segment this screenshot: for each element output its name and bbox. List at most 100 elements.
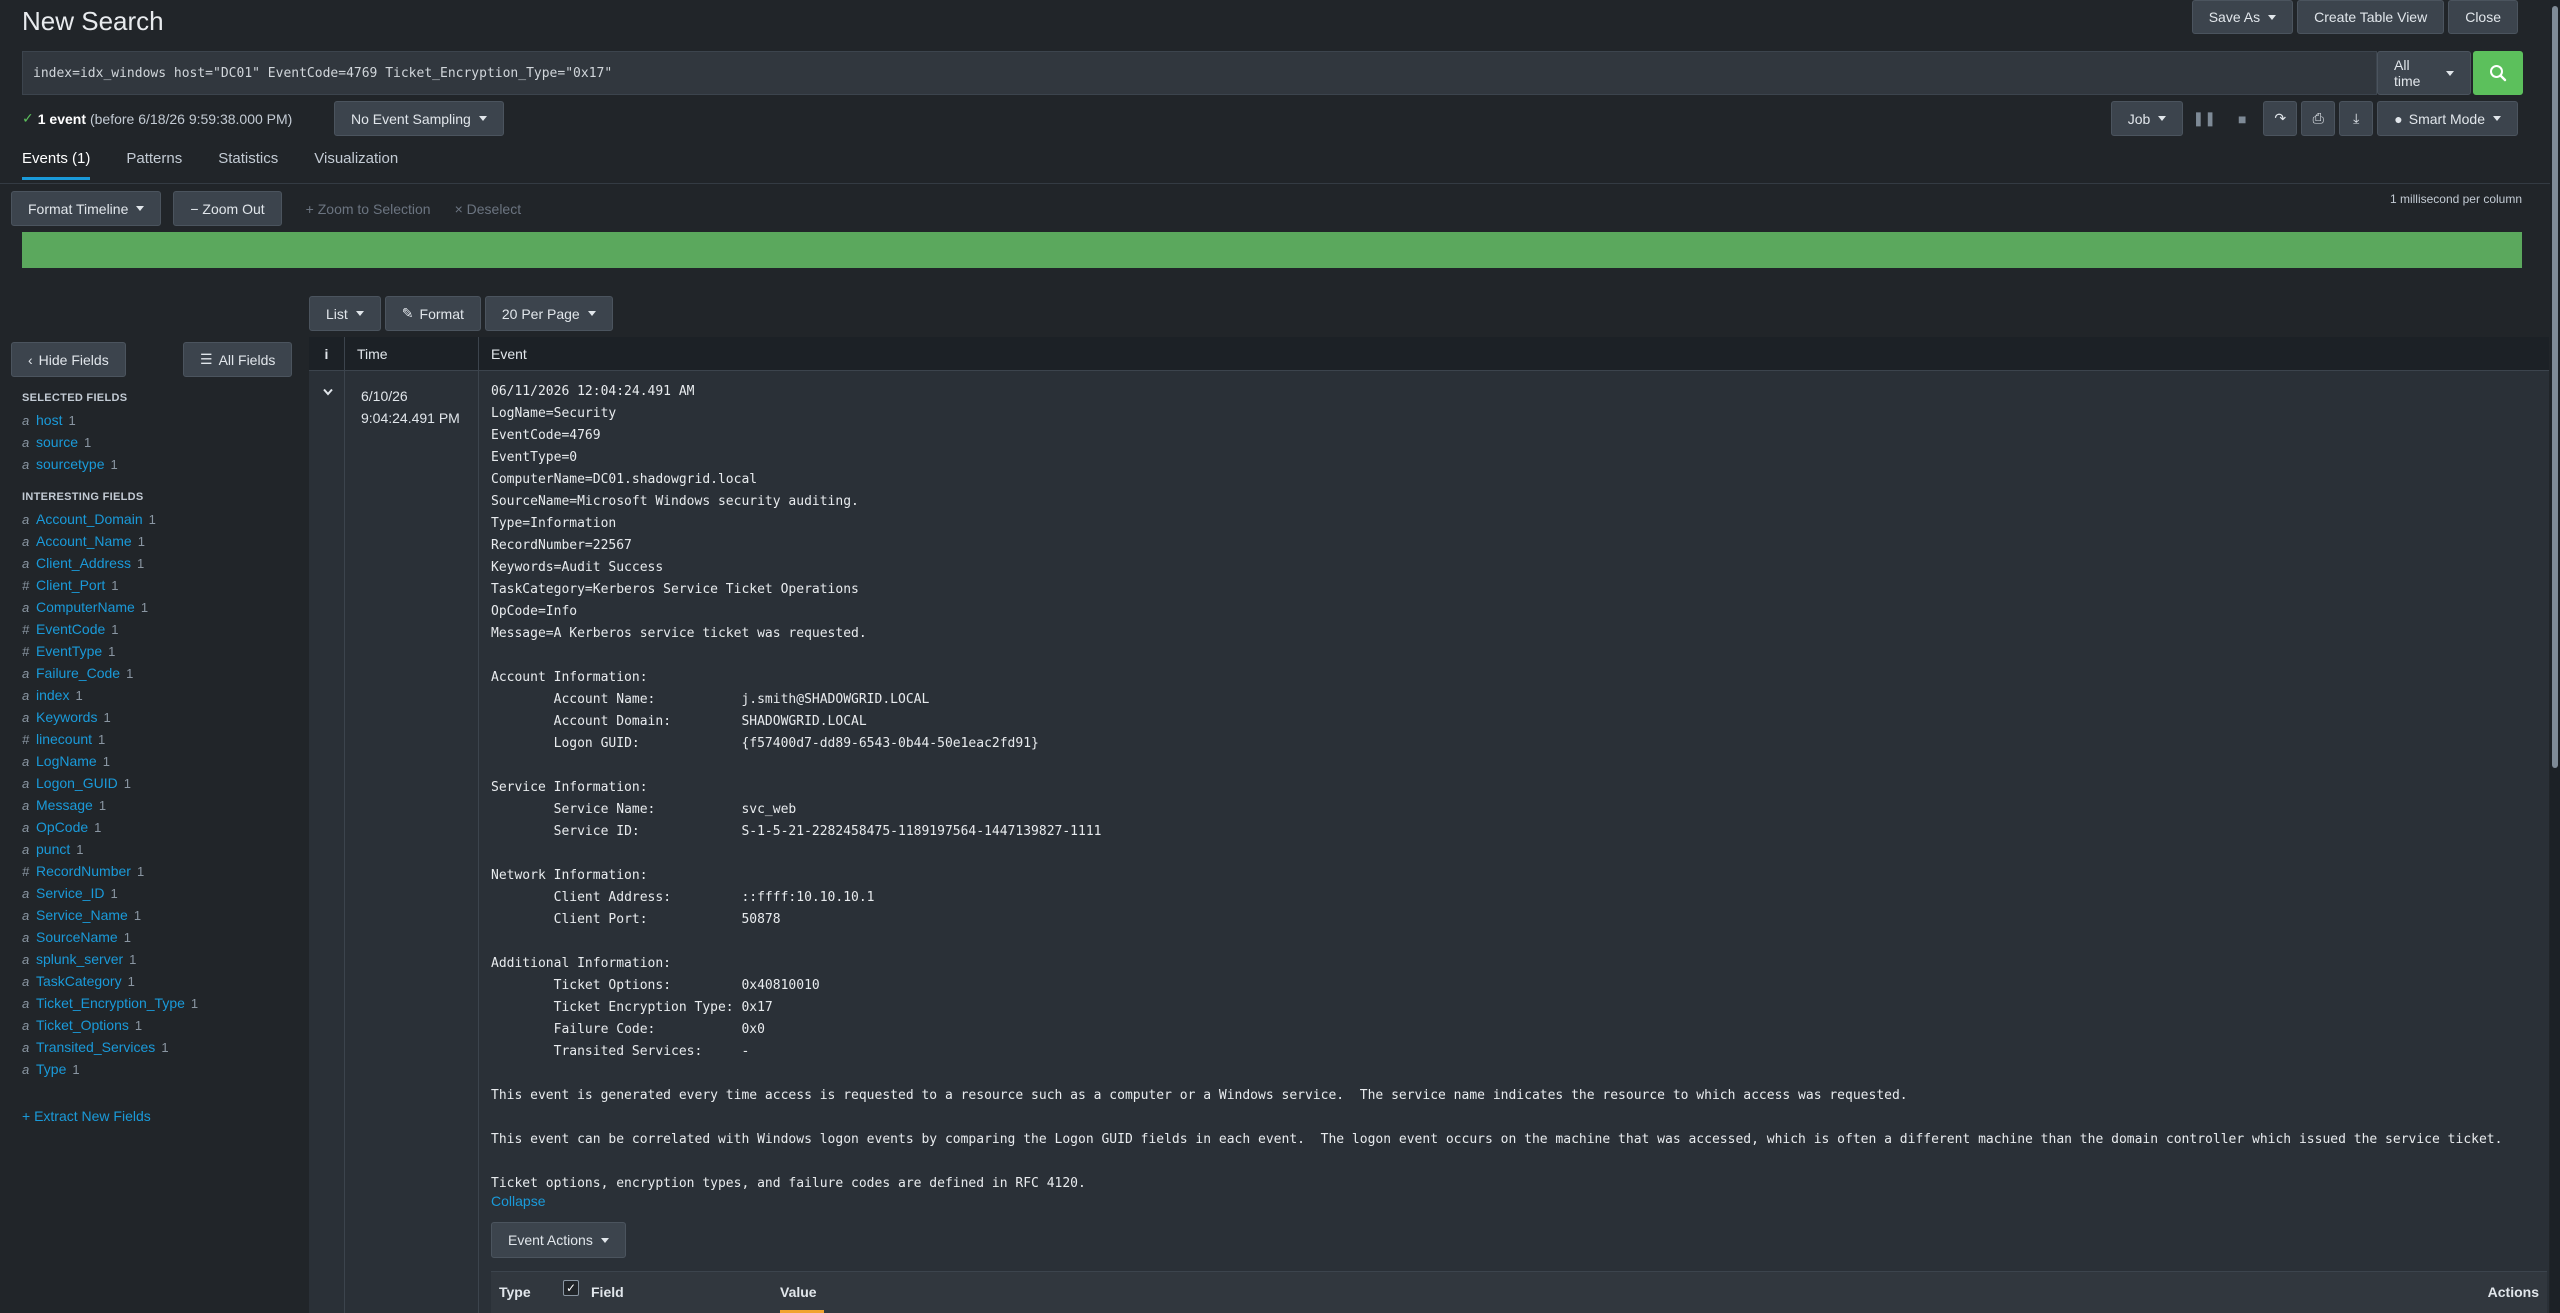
field-item[interactable]: a punct 1 xyxy=(22,838,302,860)
field-item[interactable]: a splunk_server 1 xyxy=(22,948,302,970)
tab-statistics[interactable]: Statistics xyxy=(218,150,278,180)
field-name-link[interactable]: RecordNumber xyxy=(36,863,131,879)
field-name-link[interactable]: ComputerName xyxy=(36,599,135,615)
field-item[interactable]: a ComputerName 1 xyxy=(22,596,302,618)
field-name-link[interactable]: source xyxy=(36,434,78,450)
format-timeline-button[interactable]: Format Timeline xyxy=(11,191,162,226)
event-sampling-dropdown[interactable]: No Event Sampling xyxy=(334,101,504,136)
tab-patterns[interactable]: Patterns xyxy=(126,150,182,180)
field-name-link[interactable]: splunk_server xyxy=(36,951,123,967)
field-item[interactable]: a Type 1 xyxy=(22,1058,302,1080)
save-as-button[interactable]: Save As xyxy=(2191,0,2294,34)
field-name-link[interactable]: LogName xyxy=(36,753,97,769)
stop-button[interactable]: ■ xyxy=(2225,101,2259,136)
job-menu-button[interactable]: Job xyxy=(2110,101,2184,136)
field-name-link[interactable]: host xyxy=(36,412,62,428)
column-info: i xyxy=(324,345,329,362)
scrollbar-thumb[interactable] xyxy=(2552,6,2558,768)
field-name-link[interactable]: Ticket_Encryption_Type xyxy=(36,995,185,1011)
field-name-link[interactable]: Ticket_Options xyxy=(36,1017,129,1033)
select-all-checkbox[interactable]: ✓ xyxy=(563,1280,579,1296)
field-item[interactable]: a Message 1 xyxy=(22,794,302,816)
tab-visualization[interactable]: Visualization xyxy=(314,150,398,180)
field-item[interactable]: # Client_Port 1 xyxy=(22,574,302,596)
field-item[interactable]: a Keywords 1 xyxy=(22,706,302,728)
pause-button[interactable]: ❚❚ xyxy=(2187,101,2221,136)
field-type-icon: a xyxy=(22,775,30,791)
field-item[interactable]: a TaskCategory 1 xyxy=(22,970,302,992)
field-name-link[interactable]: Logon_GUID xyxy=(36,775,118,791)
field-name-link[interactable]: Client_Port xyxy=(36,577,105,593)
share-button[interactable]: ↷ xyxy=(2263,101,2298,136)
raw-event-text[interactable]: 06/11/2026 12:04:24.491 AM LogName=Secur… xyxy=(491,381,2502,1195)
export-button[interactable]: ⤓ xyxy=(2339,101,2374,136)
per-page-dropdown[interactable]: 20 Per Page xyxy=(484,296,613,331)
field-name-link[interactable]: linecount xyxy=(36,731,92,747)
field-item[interactable]: # EventCode 1 xyxy=(22,618,302,640)
field-item[interactable]: a Account_Domain 1 xyxy=(22,508,302,530)
all-fields-button[interactable]: ☰ All Fields xyxy=(183,342,293,377)
field-item[interactable]: # EventType 1 xyxy=(22,640,302,662)
field-name-link[interactable]: EventType xyxy=(36,643,102,659)
field-name-link[interactable]: sourcetype xyxy=(36,456,104,472)
event-time: 6/10/26 9:04:24.491 PM xyxy=(361,385,460,429)
timeline-bar[interactable] xyxy=(22,232,2522,268)
field-item[interactable]: a Transited_Services 1 xyxy=(22,1036,302,1058)
field-item[interactable]: a Ticket_Options 1 xyxy=(22,1014,302,1036)
time-range-picker[interactable]: All time xyxy=(2377,51,2471,95)
field-name-link[interactable]: index xyxy=(36,687,69,703)
field-item[interactable]: a Service_ID 1 xyxy=(22,882,302,904)
field-item[interactable]: a Service_Name 1 xyxy=(22,904,302,926)
field-name-link[interactable]: Transited_Services xyxy=(36,1039,155,1055)
field-item[interactable]: a SourceName 1 xyxy=(22,926,302,948)
extract-new-fields-link[interactable]: + Extract New Fields xyxy=(22,1108,302,1124)
field-type-icon: a xyxy=(22,753,30,769)
search-button[interactable] xyxy=(2473,51,2523,95)
field-name-link[interactable]: punct xyxy=(36,841,70,857)
field-name-link[interactable]: EventCode xyxy=(36,621,105,637)
field-item[interactable]: # linecount 1 xyxy=(22,728,302,750)
close-button[interactable]: Close xyxy=(2448,0,2518,34)
field-name-link[interactable]: Type xyxy=(36,1061,66,1077)
deselect-button[interactable]: × Deselect xyxy=(455,201,534,217)
field-name-link[interactable]: Account_Name xyxy=(36,533,132,549)
event-actions-button[interactable]: Event Actions xyxy=(491,1222,626,1258)
field-name-link[interactable]: Service_ID xyxy=(36,885,104,901)
field-item[interactable]: a OpCode 1 xyxy=(22,816,302,838)
list-view-dropdown[interactable]: List xyxy=(309,296,381,331)
field-name-link[interactable]: Keywords xyxy=(36,709,97,725)
field-item[interactable]: a Logon_GUID 1 xyxy=(22,772,302,794)
collapse-link[interactable]: Collapse xyxy=(491,1193,545,1209)
field-item[interactable]: a source 1 xyxy=(22,431,302,453)
hide-fields-button[interactable]: ‹ Hide Fields xyxy=(11,342,126,377)
field-name-link[interactable]: Service_Name xyxy=(36,907,128,923)
column-time[interactable]: Time xyxy=(344,337,478,370)
search-mode-dropdown[interactable]: ● Smart Mode xyxy=(2377,101,2518,136)
format-button[interactable]: ✎ Format xyxy=(384,296,481,331)
field-name-link[interactable]: OpCode xyxy=(36,819,88,835)
page-scrollbar[interactable] xyxy=(2550,0,2560,1313)
field-item[interactable]: a Client_Address 1 xyxy=(22,552,302,574)
field-name-link[interactable]: Failure_Code xyxy=(36,665,120,681)
field-name-link[interactable]: Client_Address xyxy=(36,555,131,571)
row-collapse-toggle[interactable] xyxy=(323,383,333,399)
field-count: 1 xyxy=(133,907,142,923)
field-item[interactable]: a host 1 xyxy=(22,409,302,431)
field-item[interactable]: a index 1 xyxy=(22,684,302,706)
create-table-view-button[interactable]: Create Table View xyxy=(2297,0,2445,34)
tab-events[interactable]: Events (1) xyxy=(22,150,91,180)
field-item[interactable]: a Failure_Code 1 xyxy=(22,662,302,684)
field-item[interactable]: a sourcetype 1 xyxy=(22,453,302,475)
search-input[interactable]: index=idx_windows host="DC01" EventCode=… xyxy=(22,51,2377,95)
field-item[interactable]: a Account_Name 1 xyxy=(22,530,302,552)
field-name-link[interactable]: TaskCategory xyxy=(36,973,122,989)
field-item[interactable]: a Ticket_Encryption_Type 1 xyxy=(22,992,302,1014)
field-item[interactable]: # RecordNumber 1 xyxy=(22,860,302,882)
field-item[interactable]: a LogName 1 xyxy=(22,750,302,772)
field-name-link[interactable]: SourceName xyxy=(36,929,118,945)
field-name-link[interactable]: Account_Domain xyxy=(36,511,143,527)
zoom-out-button[interactable]: − Zoom Out xyxy=(173,191,282,226)
zoom-to-selection-button[interactable]: + Zoom to Selection xyxy=(294,201,443,217)
field-name-link[interactable]: Message xyxy=(36,797,93,813)
print-button[interactable]: ⎙ xyxy=(2301,101,2336,136)
